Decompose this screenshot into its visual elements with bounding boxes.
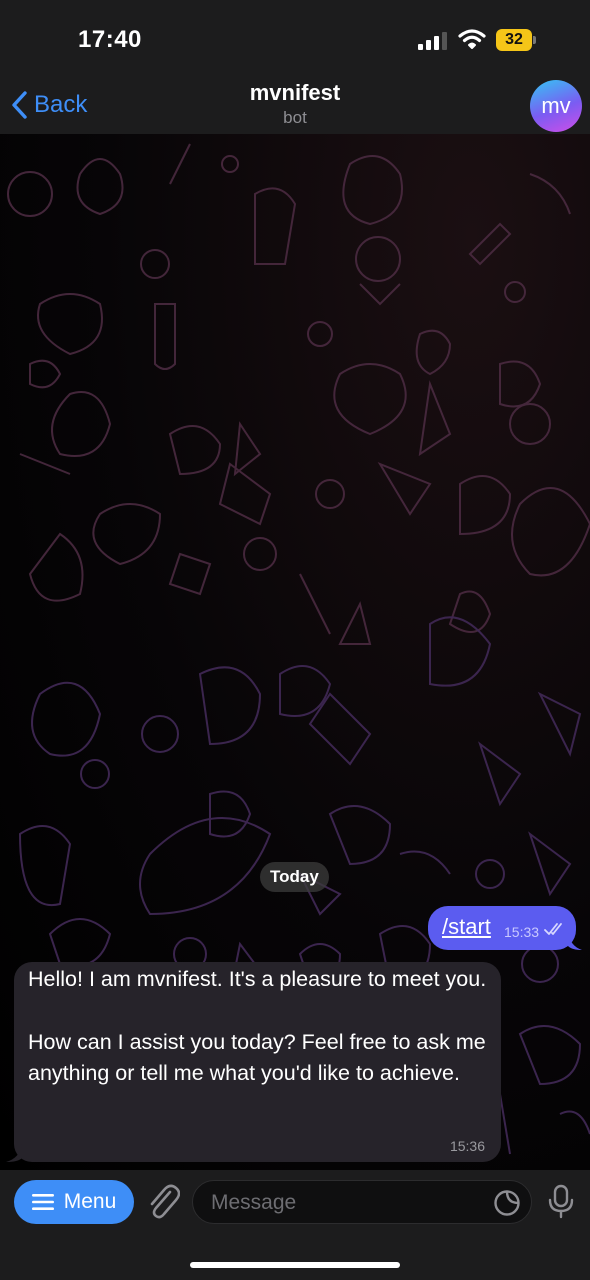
incoming-message[interactable]: Hello! I am mvnifest. It's a pleasure to… (14, 962, 501, 1162)
message-paragraph: How can I assist you today? Feel free to… (28, 1029, 486, 1086)
battery-level: 32 (505, 31, 523, 48)
message-time: 15:33 (504, 924, 540, 940)
date-separator: Today (260, 862, 329, 892)
status-bar: 17:40 32 (0, 0, 590, 78)
chat-header: Back mvnifest bot mv (0, 78, 590, 134)
wifi-icon (458, 29, 486, 49)
message-paragraph: Hello! I am mvnifest. It's a pleasure to… (28, 967, 487, 991)
home-indicator[interactable] (190, 1262, 400, 1268)
outgoing-message[interactable]: /start 15:33 (428, 906, 576, 950)
battery-icon: 32 (496, 29, 536, 51)
chat-title: mvnifest (249, 80, 341, 105)
sticker-icon[interactable] (493, 1189, 521, 1217)
microphone-icon[interactable] (548, 1184, 574, 1220)
avatar-initials: mv (541, 93, 571, 118)
status-time: 17:40 (78, 26, 142, 53)
double-check-icon (544, 923, 562, 935)
paperclip-icon[interactable] (146, 1184, 180, 1220)
avatar[interactable]: mv (530, 80, 582, 132)
cellular-signal-icon (418, 32, 447, 50)
menu-button[interactable]: Menu (14, 1180, 134, 1224)
bubble-tail-outgoing (568, 932, 582, 950)
message-placeholder: Message (211, 1191, 297, 1214)
message-text-command[interactable]: /start (442, 914, 491, 940)
chat-subtitle: bot (283, 108, 307, 127)
message-body: Hello! I am mvnifest. It's a pleasure to… (28, 964, 488, 1090)
bubble-tail-incoming (6, 1144, 22, 1162)
menu-label: Menu (63, 1190, 117, 1213)
message-input[interactable]: Message (192, 1180, 532, 1224)
hamburger-icon (31, 1194, 54, 1210)
chat-title-area[interactable]: mvnifest bot (0, 80, 590, 128)
message-time: 15:36 (449, 1138, 485, 1154)
